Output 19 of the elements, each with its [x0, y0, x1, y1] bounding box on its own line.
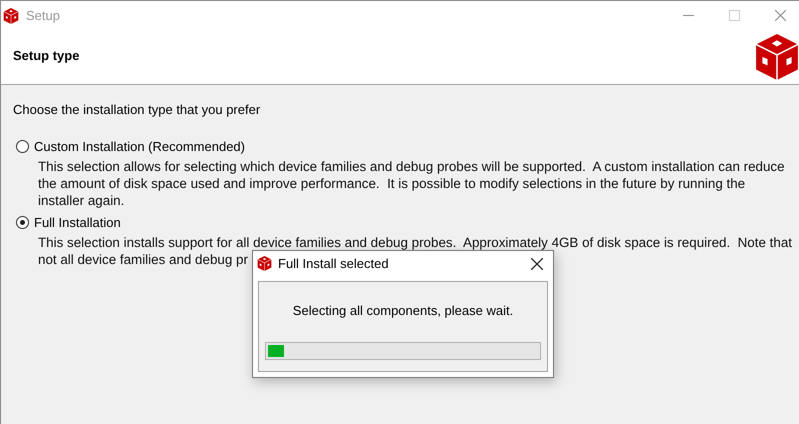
- option-description: not all device families and debug pr: [38, 251, 248, 268]
- prompt-text: Choose the installation type that you prefer: [13, 102, 262, 117]
- option-label: Full Installation: [34, 214, 121, 230]
- radio-button[interactable]: [16, 216, 29, 228]
- status-message: Selecting all components, please wait.: [292, 303, 514, 318]
- close-icon: [775, 10, 786, 21]
- dialog-title: Full Install selected: [278, 256, 390, 271]
- page-title: Setup type: [13, 48, 80, 62]
- radio-button[interactable]: [16, 140, 29, 152]
- close-icon: [531, 258, 543, 270]
- minimize-icon: [683, 14, 694, 16]
- option-description: This selection installs support for all device families and debug probes. Approximately 4GB of disk space is required. Note that: [38, 234, 792, 251]
- window-title: Setup: [26, 8, 61, 23]
- option-description: the amount of disk space used and improve performance. It is possible to modify selections in the future by running the: [38, 175, 746, 192]
- option-label: Custom Installation (Recommended): [34, 138, 245, 154]
- app-icon: [257, 256, 272, 271]
- option-description: This selection allows for selecting which device families and debug probes will be supported. A custom installation can reduce: [38, 158, 785, 175]
- option-description: installer again.: [38, 192, 124, 209]
- maximize-icon: [729, 10, 740, 21]
